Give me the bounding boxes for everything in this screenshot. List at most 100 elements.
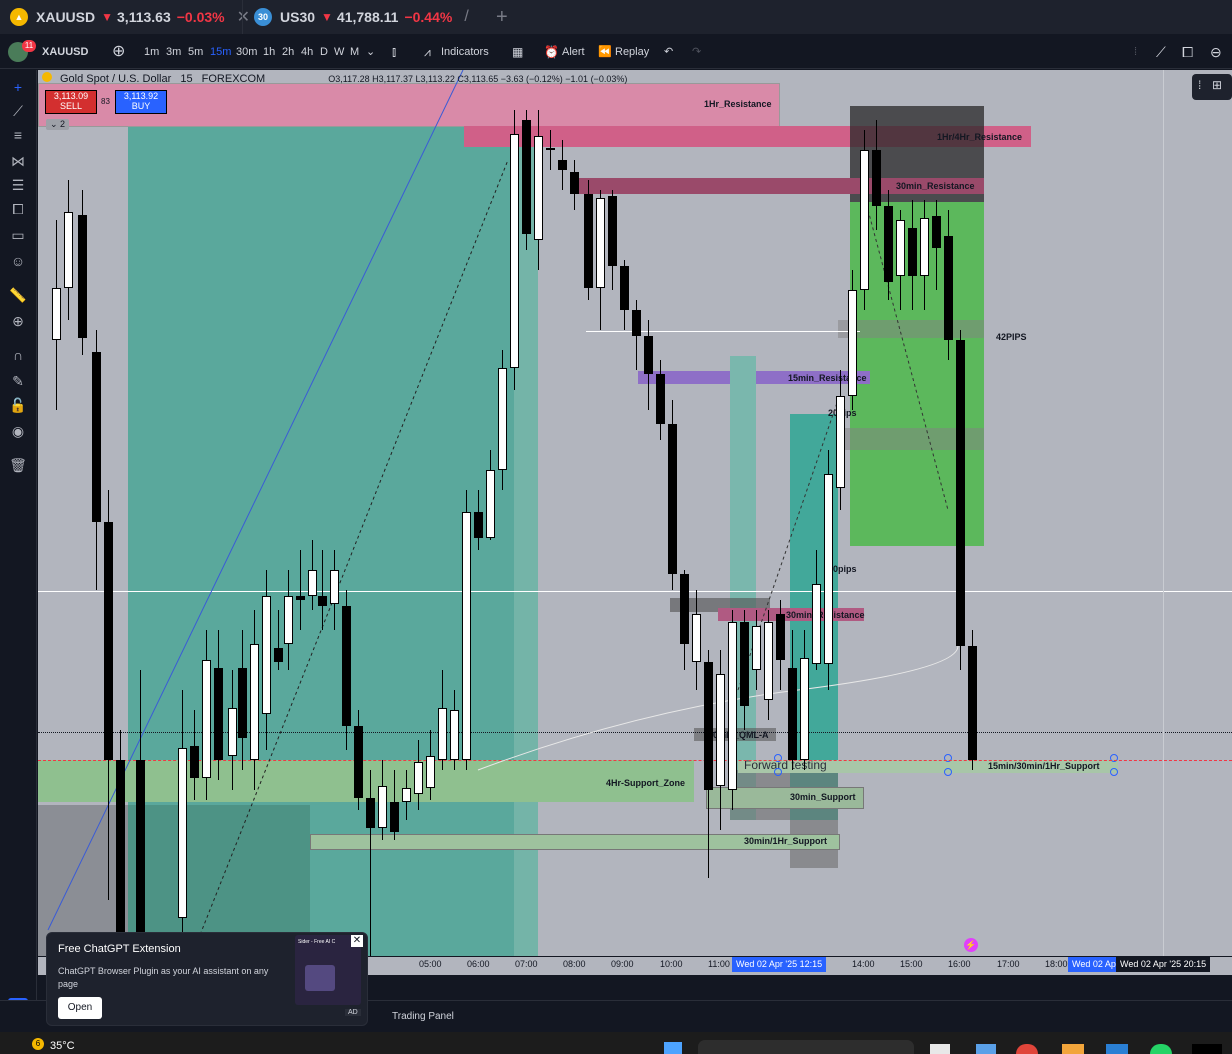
crosshair-tool-icon[interactable]: ⊖	[1210, 44, 1222, 60]
lock-icon[interactable]: 🔓	[9, 396, 27, 414]
chevron-down-icon[interactable]: ⌄	[366, 44, 375, 60]
rectangle-tool-icon[interactable]: ⧠	[1182, 44, 1193, 60]
candle-up	[800, 658, 809, 760]
us30-badge: 30	[254, 8, 272, 26]
interval-15m[interactable]: 15m	[210, 44, 231, 60]
tab-xauusd[interactable]: ▲ XAUUSD ▼ 3,113.63 −0.03% ✕	[10, 0, 250, 34]
weather-temperature[interactable]: 35°C	[50, 1040, 75, 1052]
chart-side-panel[interactable]: ⁞ ⊞	[1192, 74, 1232, 100]
interval-1h[interactable]: 1h	[263, 44, 275, 60]
candle-down	[968, 646, 977, 760]
emoji-icon[interactable]: ☺	[9, 252, 27, 270]
app-icon[interactable]	[1192, 1044, 1222, 1054]
ad-badge: AD	[345, 1009, 361, 1016]
candle-up	[52, 288, 61, 340]
interval-m[interactable]: M	[350, 44, 359, 60]
replay-icon: ⏪	[598, 46, 612, 58]
candle-up	[228, 708, 237, 756]
candles-icon[interactable]: ⫾	[392, 44, 396, 60]
chart-canvas[interactable]: 1Hr_Resistance 1Hr/4Hr_Resistance 30min_…	[38, 70, 1232, 956]
candle-down	[704, 662, 713, 790]
candle-down	[956, 340, 965, 646]
time-label: 06:00	[467, 959, 490, 969]
pencil-lock-icon[interactable]: ✎	[9, 372, 27, 390]
alert-button[interactable]: Alert	[562, 44, 585, 60]
text-icon[interactable]: ▭	[9, 226, 27, 244]
legend-ohlc: O3,117.28 H3,117.37 L3,113.22 C3,113.65 …	[328, 74, 628, 84]
candle-down	[136, 760, 145, 932]
close-icon[interactable]: ✕	[351, 935, 363, 947]
interval-2h[interactable]: 2h	[282, 44, 294, 60]
close-icon[interactable]: ✕	[237, 7, 250, 27]
layouts-icon[interactable]: ▦	[512, 44, 523, 60]
line-tool-icon[interactable]: ⟋	[1156, 44, 1166, 60]
interval-w[interactable]: W	[334, 44, 344, 60]
candle-down	[274, 648, 283, 662]
vscode-icon[interactable]	[1106, 1044, 1128, 1054]
interval-3m[interactable]: 3m	[166, 44, 181, 60]
redo-icon[interactable]: ↷	[692, 44, 701, 60]
candle-up	[824, 474, 833, 664]
close-icon[interactable]: /	[464, 8, 468, 26]
windows-icon[interactable]	[664, 1042, 682, 1054]
interval-30m[interactable]: 30m	[236, 44, 257, 60]
candle-down	[78, 215, 87, 338]
candle-down	[776, 614, 785, 660]
eye-icon[interactable]: ◉	[9, 422, 27, 440]
symbol-search[interactable]: XAUUSD	[42, 44, 88, 60]
trash-icon[interactable]: 🗑	[9, 456, 27, 474]
ruler-icon[interactable]: 📏	[9, 286, 27, 304]
app-icon[interactable]	[1062, 1044, 1084, 1054]
candle-up	[920, 218, 929, 276]
magnet-icon[interactable]: ∩	[9, 346, 27, 364]
zoom-icon[interactable]: ⊕	[9, 312, 27, 330]
fib-icon[interactable]: ☰	[9, 176, 27, 194]
down-arrow-icon: ▼	[101, 10, 114, 24]
candle-down	[190, 746, 199, 778]
interval-4h[interactable]: 4h	[301, 44, 313, 60]
extension-popup[interactable]: Free ChatGPT Extension ChatGPT Browser P…	[46, 932, 368, 1026]
buy-button[interactable]: 3,113.92 BUY	[115, 90, 167, 114]
lightning-icon[interactable]: ⚡	[964, 938, 978, 952]
collapse-indicators-button[interactable]: ⌄ 2	[46, 119, 70, 130]
interval-d[interactable]: D	[320, 44, 328, 60]
time-label: 09:00	[611, 959, 634, 969]
taskbar-search[interactable]	[698, 1040, 914, 1054]
tab-symbol: US30	[280, 9, 316, 25]
undo-icon[interactable]: ↶	[664, 44, 673, 60]
candle-up	[896, 220, 905, 276]
candle-up	[546, 148, 555, 150]
tab-symbol: XAUUSD	[36, 9, 96, 25]
drag-handle-icon[interactable]: ⁞	[1134, 44, 1137, 60]
interval-1m[interactable]: 1m	[144, 44, 159, 60]
object-tree-icon[interactable]: ⊞	[1212, 78, 1222, 92]
tab-price: 3,113.63	[117, 9, 171, 25]
new-tab-button[interactable]: +	[496, 6, 508, 29]
replay-button[interactable]: Replay	[615, 44, 649, 60]
tab-change: −0.44%	[404, 9, 453, 25]
candle-down	[296, 596, 305, 600]
app-icon[interactable]	[930, 1044, 950, 1054]
candle-down	[92, 352, 101, 522]
indicators-button[interactable]: Indicators	[441, 44, 489, 60]
trendline-icon[interactable]: ⟋	[9, 102, 27, 120]
popup-open-button[interactable]: Open	[58, 997, 102, 1019]
add-symbol-icon[interactable]: ⊕	[112, 44, 125, 60]
pattern-icon[interactable]: ⋈	[9, 152, 27, 170]
trading-panel-tab[interactable]: Trading Panel	[392, 1011, 454, 1022]
candle-down	[584, 194, 593, 288]
trendlines	[47, 70, 959, 941]
sell-button[interactable]: 3,113.09 SELL	[45, 90, 97, 114]
cursor-icon[interactable]: +	[9, 78, 27, 96]
tab-us30[interactable]: 30 US30 ▼ 41,788.11 −0.44% /	[254, 0, 469, 34]
candle-down	[644, 336, 653, 374]
app-icon[interactable]	[976, 1044, 996, 1054]
candle-down	[740, 622, 749, 706]
sell-label: SELL	[59, 101, 83, 111]
candle-down	[788, 668, 797, 760]
interval-5m[interactable]: 5m	[188, 44, 203, 60]
buy-price: 3,113.92	[123, 91, 159, 101]
shapes-icon[interactable]: ⧠	[9, 200, 27, 218]
horizontal-lines-icon[interactable]: ≡	[9, 126, 27, 144]
tab-divider	[242, 0, 243, 34]
